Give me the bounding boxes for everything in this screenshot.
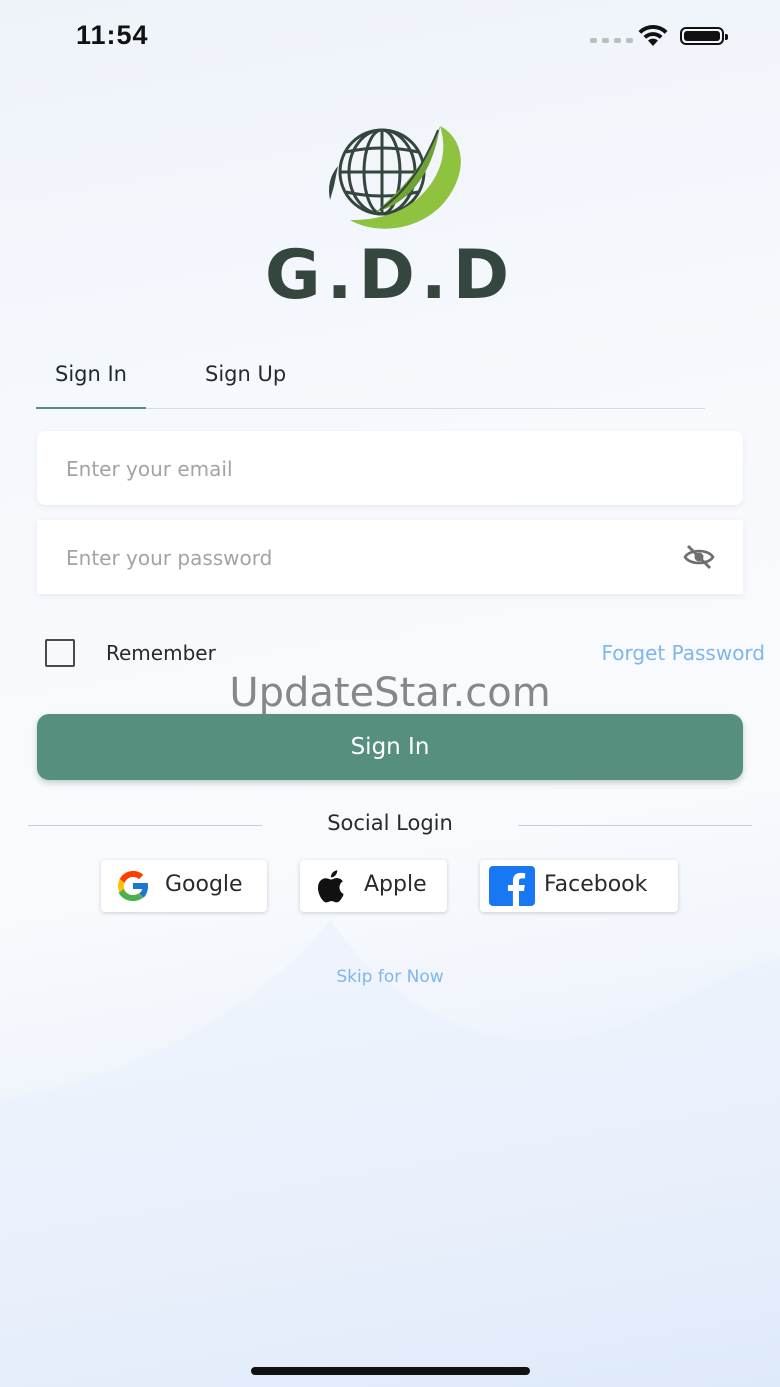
remember-row: Remember Forget Password [45, 636, 765, 672]
status-time: 11:54 [76, 20, 149, 50]
brand-name: G.D.D [264, 236, 516, 315]
auth-tabs: Sign In Sign Up [36, 350, 705, 409]
google-label: Google [165, 872, 243, 897]
battery-icon [680, 27, 728, 45]
divider-right [518, 825, 752, 826]
google-login-button[interactable]: Google [101, 860, 267, 912]
apple-icon [317, 870, 344, 903]
wifi-icon [638, 24, 668, 46]
divider-left [28, 825, 262, 826]
password-input[interactable] [64, 520, 668, 596]
sign-in-button[interactable]: Sign In [37, 714, 743, 780]
google-icon [118, 871, 150, 901]
tab-sign-up[interactable]: Sign Up [205, 362, 286, 386]
apple-label: Apple [364, 872, 427, 897]
password-field [37, 520, 743, 596]
eye-off-icon[interactable] [683, 544, 715, 570]
tab-sign-in[interactable]: Sign In [55, 362, 127, 386]
active-tab-indicator [36, 407, 146, 409]
status-bar: 11:54 [0, 0, 780, 72]
home-indicator [251, 1367, 530, 1375]
email-field [37, 431, 743, 507]
social-login-title: Social Login [327, 811, 453, 835]
facebook-login-button[interactable]: Facebook [480, 860, 678, 912]
email-input[interactable] [64, 431, 668, 507]
globe-leaf-logo [329, 126, 461, 229]
watermark: UpdateStar.com [229, 670, 551, 716]
remember-label: Remember [106, 641, 216, 665]
signal-dots-icon [590, 38, 633, 43]
facebook-icon [489, 866, 535, 906]
remember-checkbox[interactable] [45, 639, 75, 667]
forgot-password-link[interactable]: Forget Password [601, 641, 765, 665]
facebook-label: Facebook [544, 872, 648, 897]
apple-login-button[interactable]: Apple [300, 860, 447, 912]
skip-for-now-link[interactable]: Skip for Now [0, 967, 780, 987]
